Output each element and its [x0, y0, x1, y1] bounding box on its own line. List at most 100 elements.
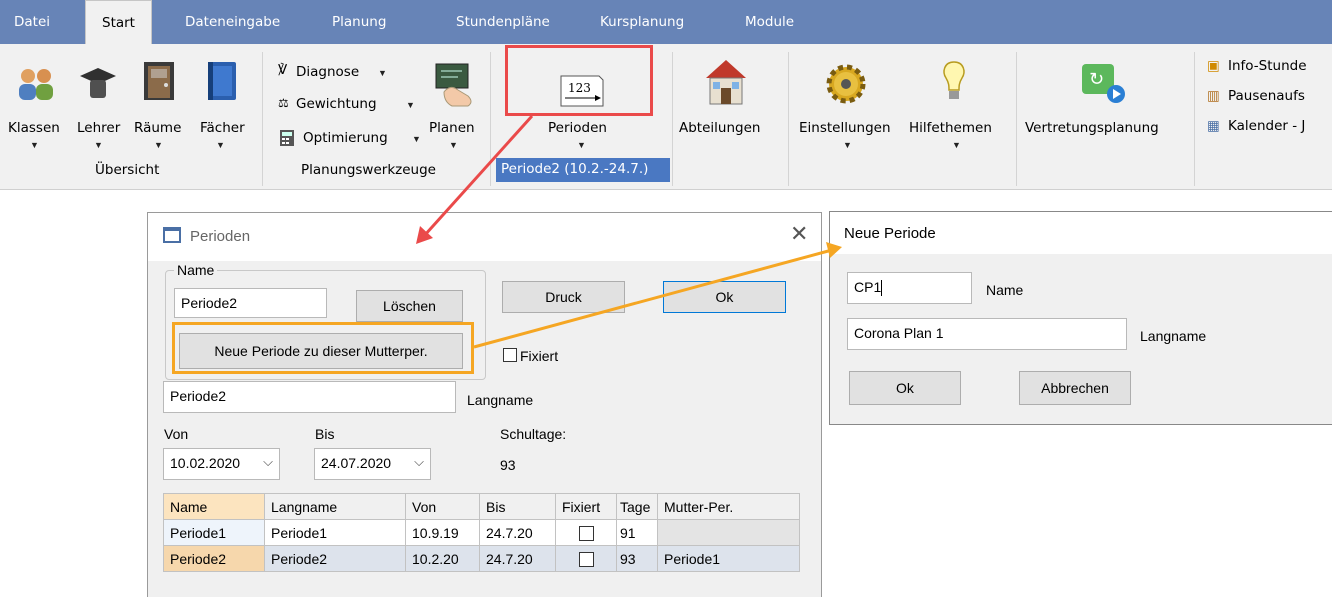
druck-button[interactable]: Druck	[502, 281, 625, 313]
menu-bar: Datei Start Dateneingabe Planung Stunden…	[0, 0, 1332, 45]
raeume-label: Räume	[134, 120, 182, 136]
chevron-down-icon: ▼	[216, 140, 225, 150]
von-date-picker[interactable]: 10.02.2020 ⌵	[163, 448, 280, 480]
cell-bis: 24.7.20	[479, 545, 556, 572]
hilfethemen-label: Hilfethemen	[909, 120, 992, 136]
lightbulb-icon	[943, 61, 965, 99]
ribbon-divider	[262, 52, 263, 186]
von-label: Von	[164, 426, 189, 442]
tab-kursplanung[interactable]: Kursplanung	[600, 0, 684, 44]
scale-icon: ⚖	[278, 96, 289, 110]
cell-fixiert	[555, 519, 617, 546]
tab-start[interactable]: Start	[85, 0, 152, 45]
planen-label: Planen	[429, 120, 475, 136]
chevron-down-icon: ▼	[952, 140, 961, 150]
cell-name: Periode1	[163, 519, 265, 546]
ribbon-divider	[490, 52, 491, 186]
perioden-table: Name Langname Von Bis Fixiert Tage Mutte…	[163, 493, 800, 572]
window-icon	[163, 227, 181, 243]
diagnose-label: Diagnose	[296, 64, 360, 80]
current-period-label: Periode2 (10.2.-24.7.)	[501, 161, 649, 177]
abteilungen-label: Abteilungen	[679, 120, 761, 136]
tab-module[interactable]: Module	[745, 0, 794, 44]
perioden-dialog-title: Perioden	[190, 228, 251, 245]
vertretungsplanung-label: Vertretungsplanung	[1025, 120, 1159, 136]
chevron-down-icon: ▼	[449, 140, 458, 150]
info-icon: ▣	[1207, 58, 1220, 74]
column-header[interactable]: Tage	[616, 493, 658, 520]
neue-periode-titlebar: Neue Periode	[830, 212, 1332, 254]
loeschen-button[interactable]: Löschen	[356, 290, 463, 322]
ribbon-divider	[672, 52, 673, 186]
tab-stundenplaene[interactable]: Stundenpläne	[456, 0, 550, 44]
ribbon-divider	[1016, 52, 1017, 186]
optimierung-label: Optimierung	[303, 130, 388, 146]
np-name-field[interactable]: CP1	[847, 272, 972, 304]
column-header[interactable]: Mutter-Per.	[657, 493, 800, 520]
langname-field[interactable]: Periode2	[163, 381, 456, 413]
fixiert-row-checkbox[interactable]	[578, 551, 594, 567]
einstellungen-label: Einstellungen	[799, 120, 891, 136]
table-row[interactable]: Periode2 Periode2 10.2.20 24.7.20 93 Per…	[163, 545, 800, 572]
svg-text:↻: ↻	[1089, 69, 1104, 90]
bis-label: Bis	[315, 426, 335, 442]
np-langname-label: Langname	[1140, 328, 1207, 344]
planungswerkzeuge-group-label: Planungswerkzeuge	[301, 162, 436, 178]
table-row[interactable]: Periode1 Periode1 10.9.19 24.7.20 91	[163, 519, 800, 546]
perioden-dialog-titlebar: Perioden ✕	[148, 213, 821, 261]
text-cursor	[881, 280, 883, 297]
np-langname-field[interactable]: Corona Plan 1	[847, 318, 1127, 350]
np-abbrechen-button[interactable]: Abbrechen	[1019, 371, 1131, 405]
hand-board-icon	[435, 63, 472, 107]
tab-planung[interactable]: Planung	[332, 0, 386, 44]
column-header[interactable]: Langname	[264, 493, 406, 520]
current-period-indicator[interactable]: Periode2 (10.2.-24.7.)	[496, 158, 670, 182]
graduation-cap-icon	[80, 68, 116, 98]
column-header[interactable]: Name	[163, 493, 265, 520]
cell-langname: Periode1	[264, 519, 406, 546]
tab-datei[interactable]: Datei	[14, 0, 50, 44]
cell-fixiert	[555, 545, 617, 572]
column-header[interactable]: Von	[405, 493, 480, 520]
np-ok-button[interactable]: Ok	[849, 371, 961, 405]
perioden-highlight	[505, 45, 653, 116]
bis-date-picker[interactable]: 24.07.2020 ⌵	[314, 448, 431, 480]
column-header[interactable]: Fixiert	[555, 493, 617, 520]
gewichtung-label: Gewichtung	[296, 96, 377, 112]
column-header[interactable]: Bis	[479, 493, 556, 520]
chevron-down-icon: ▼	[577, 140, 586, 150]
von-date-value: 10.02.2020	[170, 455, 241, 471]
perioden-label: Perioden	[548, 120, 607, 136]
fixiert-checkbox[interactable]	[503, 348, 517, 362]
info-stunde-label: Info-Stunde	[1228, 58, 1307, 74]
fixiert-label: Fixiert	[520, 348, 559, 364]
calculator-icon	[280, 130, 294, 146]
uebersicht-group-label: Übersicht	[95, 162, 160, 178]
ok-button[interactable]: Ok	[663, 281, 786, 313]
cell-tage: 93	[616, 545, 658, 572]
pause-icon: ▥	[1207, 88, 1220, 104]
chevron-down-icon: ▼	[30, 140, 39, 150]
name-field[interactable]: Periode2	[174, 288, 327, 318]
ribbon: Klassen ▼ Lehrer ▼ Räume ▼ Fächer ▼ Über…	[0, 44, 1332, 190]
chevron-down-icon: ▼	[378, 68, 387, 78]
chevron-down-icon: ⌵	[263, 454, 273, 469]
np-name-value: CP1	[854, 279, 882, 295]
np-name-label: Name	[986, 282, 1024, 298]
tab-dateneingabe[interactable]: Dateneingabe	[185, 0, 280, 44]
close-icon[interactable]: ✕	[790, 221, 808, 247]
klassen-label: Klassen	[8, 120, 60, 136]
langname-label: Langname	[467, 392, 534, 408]
pausenaufsicht-label: Pausenaufs	[1228, 88, 1305, 104]
ribbon-divider	[1194, 52, 1195, 186]
door-icon	[144, 62, 174, 100]
cell-mutter	[657, 519, 800, 546]
table-header-row: Name Langname Von Bis Fixiert Tage Mutte…	[163, 493, 800, 520]
cell-von: 10.9.19	[405, 519, 480, 546]
fixiert-row-checkbox[interactable]	[578, 525, 594, 541]
chevron-down-icon: ▼	[94, 140, 103, 150]
cell-bis: 24.7.20	[479, 519, 556, 546]
faecher-label: Fächer	[200, 120, 245, 136]
book-icon	[208, 62, 236, 100]
schultage-label: Schultage:	[500, 426, 567, 442]
